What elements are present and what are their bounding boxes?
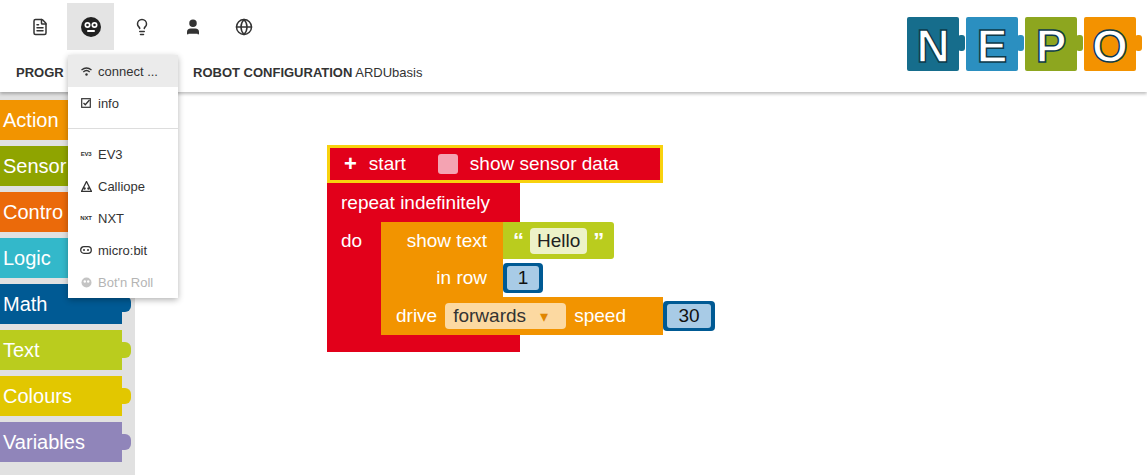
start-block[interactable]: + start show sensor data <box>327 145 663 183</box>
help-menu[interactable] <box>118 3 165 50</box>
menu-item[interactable]: micro:bit <box>68 234 178 266</box>
calliope-icon <box>81 181 92 192</box>
program-icon <box>31 18 49 36</box>
block-label: in row <box>381 259 503 297</box>
menu-badge: NXT <box>80 215 91 221</box>
user-icon <box>184 18 202 36</box>
drive-block[interactable]: drive forwards ▾ speed 30 <box>381 297 715 335</box>
start-label: start <box>369 153 406 175</box>
number-block[interactable]: 1 <box>503 263 543 293</box>
nepo-app: PROGRROBOT CONFIGURATION ARDUbasisNEPOAc… <box>0 0 1147 475</box>
block-label: show text <box>381 222 503 259</box>
menu-item-label: info <box>98 96 119 111</box>
language-menu[interactable] <box>220 3 267 50</box>
show-text-block[interactable]: show text“Hello”in row1 <box>381 222 715 297</box>
language-icon <box>235 18 253 36</box>
menu-item-icon <box>80 98 92 108</box>
help-icon <box>133 18 151 36</box>
number-block[interactable]: 30 <box>663 301 715 331</box>
menu-item[interactable]: NXT NXT <box>68 202 178 234</box>
dropdown-value: forwards <box>453 305 526 327</box>
top-menu <box>0 0 422 53</box>
logo-letter: E <box>977 20 1008 72</box>
menu-item-label: micro:bit <box>98 243 147 258</box>
block-row: in row1 <box>381 259 715 297</box>
logo-letter: N <box>916 20 949 72</box>
dropdown-arrow: ▾ <box>540 307 548 326</box>
logo-letter: P <box>1036 20 1067 72</box>
block-row: show text“Hello” <box>381 222 715 259</box>
menu-badge: EV3 <box>81 151 92 157</box>
menu-separator <box>68 119 178 138</box>
wifi-icon <box>81 67 92 76</box>
checkbox-icon <box>81 98 91 108</box>
statements: show text“Hello”in row1driveforwards▾spe… <box>381 222 715 335</box>
robot-menu[interactable] <box>67 3 114 50</box>
toolbox-category[interactable]: Variables <box>0 422 122 462</box>
program-menu[interactable] <box>16 3 63 50</box>
menu-item-label: Calliope <box>98 179 145 194</box>
text-field[interactable]: Hello <box>530 228 587 254</box>
tab[interactable]: ROBOT CONFIGURATION ARDUbasis <box>193 65 422 80</box>
menu-item-icon: EV3 <box>80 151 92 157</box>
drive-body: drive forwards ▾ speed <box>381 297 663 335</box>
quote-open: “ <box>513 228 524 254</box>
botnroll-icon <box>81 277 92 288</box>
loop-block[interactable]: repeat indefinitely <box>327 183 520 222</box>
robot-dropdown-menu: connect ... info EV3 EV3 Calliope NXT NXT micro… <box>68 55 178 298</box>
menu-item[interactable]: Calliope <box>68 170 178 202</box>
add-button[interactable]: + <box>344 151 357 177</box>
loop-bottom <box>327 335 520 352</box>
loop-arm: do <box>327 222 381 335</box>
toolbox-category[interactable]: Text <box>0 330 122 370</box>
block-label: speed <box>574 305 626 327</box>
menu-item-label: connect ... <box>98 64 158 79</box>
menu-item-label: Bot'n Roll <box>98 275 153 290</box>
menu-item-icon <box>80 246 92 254</box>
direction-dropdown[interactable]: forwards ▾ <box>445 303 566 329</box>
user-menu[interactable] <box>169 3 216 50</box>
quote-close: ” <box>593 228 604 254</box>
menu-item-icon <box>80 181 92 192</box>
logo-letter: O <box>1092 20 1128 72</box>
menu-item[interactable]: info <box>68 87 178 119</box>
checkbox-label: show sensor data <box>470 153 619 175</box>
sensor-data-checkbox[interactable] <box>438 154 458 174</box>
microbit-icon <box>80 246 92 254</box>
logo: NEPO <box>907 0 1147 92</box>
tabs: PROGRROBOT CONFIGURATION ARDUbasis <box>0 53 422 91</box>
menu-item-icon <box>80 67 92 76</box>
nepo-logo: NEPO <box>907 13 1143 77</box>
menu-item: Bot'n Roll <box>68 266 178 298</box>
menu-item[interactable]: EV3 EV3 <box>68 138 178 170</box>
menu-item[interactable]: connect ... <box>68 55 178 87</box>
menu-item-icon: NXT <box>80 215 92 221</box>
tab-value: ARDUbasis <box>352 65 422 80</box>
workspace[interactable]: + start show sensor data repeat indefinitel… <box>135 92 1147 475</box>
menu-item-icon <box>80 277 92 288</box>
text-block[interactable]: “Hello” <box>503 222 614 259</box>
loop-body: doshow text“Hello”in row1driveforwards▾s… <box>327 222 715 335</box>
toolbox-category[interactable]: Colours <box>0 376 122 416</box>
robot-icon <box>80 16 102 38</box>
header-left: PROGRROBOT CONFIGURATION ARDUbasis <box>0 0 422 92</box>
number-field[interactable]: 1 <box>507 266 539 290</box>
number-field[interactable]: 30 <box>667 304 711 328</box>
block-stack[interactable]: + start show sensor data repeat indefinitel… <box>327 145 715 352</box>
menu-item-label: EV3 <box>98 147 123 162</box>
menu-item-label: NXT <box>98 211 124 226</box>
block-label: drive <box>396 305 437 327</box>
